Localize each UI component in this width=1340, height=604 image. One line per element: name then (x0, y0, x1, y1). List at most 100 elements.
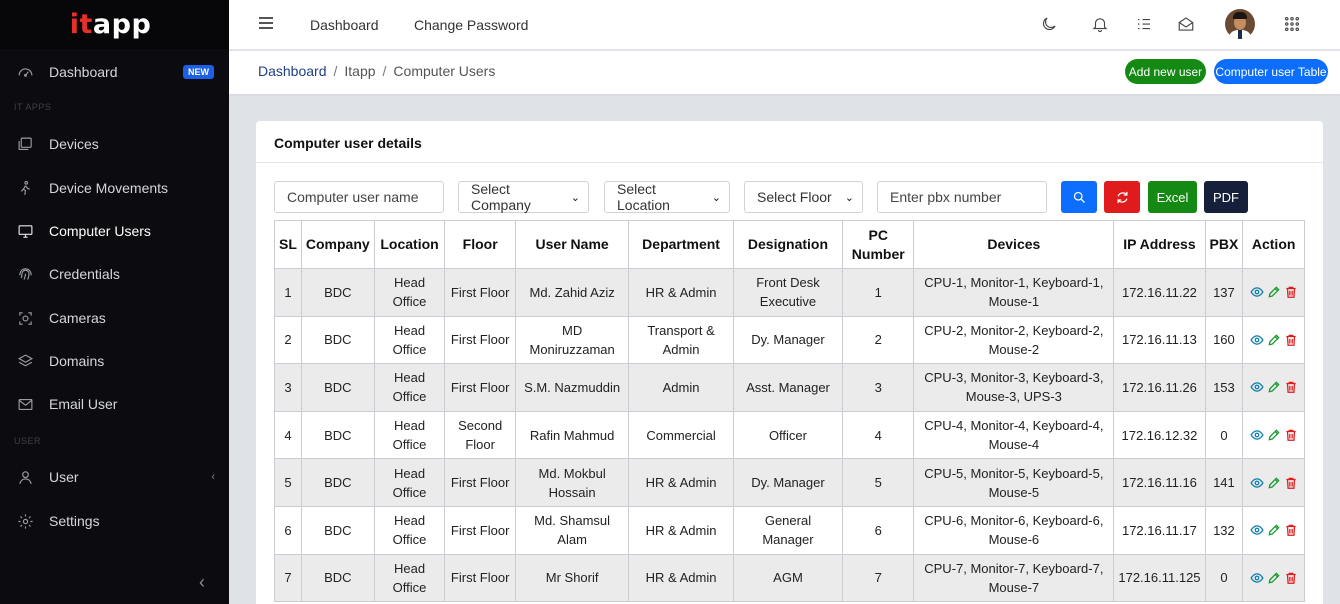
delete-icon[interactable] (1284, 523, 1298, 537)
cell-devices: CPU-2, Monitor-2, Keyboard-2, Mouse-2 (913, 315, 1115, 365)
edit-icon[interactable] (1267, 428, 1281, 442)
computer-user-card: Computer user details Select Company ⌄ Se… (256, 121, 1323, 604)
delete-icon[interactable] (1284, 380, 1298, 394)
top-link-dashboard[interactable]: Dashboard (310, 17, 379, 33)
cell-action (1242, 268, 1305, 317)
view-icon[interactable] (1250, 333, 1264, 347)
view-icon[interactable] (1250, 285, 1264, 299)
computer-users-table: SL Company Location Floor User Name Departmen… (274, 220, 1305, 603)
sidebar-item-cameras[interactable]: Cameras (0, 300, 229, 336)
reset-button[interactable] (1104, 181, 1140, 213)
cell-pbx: 160 (1204, 315, 1244, 365)
search-icon (1073, 191, 1085, 203)
cell-user-name: Md. Mokbul Hossain (514, 458, 630, 507)
view-icon[interactable] (1250, 476, 1264, 490)
cell-ip-address: 172.16.11.13 (1113, 315, 1206, 365)
cell-pbx: 132 (1204, 505, 1244, 555)
edit-icon[interactable] (1267, 380, 1281, 394)
cell-department: HR & Admin (628, 268, 734, 317)
company-select-value: Select Company (471, 181, 531, 213)
table-row: 2 BDC Head Office First Floor MD Moniruzzama… (274, 315, 1305, 365)
cell-location: Head Office (373, 363, 446, 412)
view-icon[interactable] (1250, 380, 1264, 394)
sidebar-item-device-movements[interactable]: Device Movements (0, 170, 229, 206)
sidebar-item-label: Computer Users (49, 223, 151, 239)
floor-select[interactable]: Select Floor ⌄ (744, 181, 863, 213)
avatar[interactable] (1225, 9, 1255, 39)
column-header-department: Department (628, 220, 734, 269)
cell-user-name: Md. Zahid Aziz (514, 268, 630, 317)
sidebar-item-settings[interactable]: Settings (0, 503, 229, 539)
sidebar-item-dashboard[interactable]: Dashboard NEW (0, 54, 229, 90)
collapse-sidebar-icon[interactable]: ‹ (199, 572, 205, 593)
cell-floor: First Floor (444, 458, 516, 507)
delete-icon[interactable] (1284, 333, 1298, 347)
company-select[interactable]: Select Company ⌄ (458, 181, 589, 213)
apps-grid-icon[interactable] (1283, 15, 1301, 33)
sidebar-item-user[interactable]: User ‹ (0, 459, 229, 495)
pdf-export-button[interactable]: PDF (1204, 181, 1248, 213)
add-new-user-button[interactable]: Add new user (1125, 59, 1206, 84)
checklist-icon[interactable] (1135, 15, 1153, 33)
delete-icon[interactable] (1284, 428, 1298, 442)
cell-pc-number: 6 (842, 505, 915, 555)
sidebar-item-label: Dashboard (49, 64, 118, 80)
cell-pc-number: 3 (842, 363, 915, 412)
monitor-icon (16, 222, 34, 240)
delete-icon[interactable] (1284, 476, 1298, 490)
gear-icon (16, 512, 34, 530)
view-icon[interactable] (1250, 523, 1264, 537)
edit-icon[interactable] (1267, 523, 1281, 537)
cell-pc-number: 7 (842, 553, 915, 603)
cell-pc-number: 1 (842, 268, 915, 317)
computer-user-table-button[interactable]: Computer user Table (1214, 59, 1328, 84)
edit-icon[interactable] (1267, 285, 1281, 299)
sidebar-item-label: Email User (49, 396, 118, 412)
sidebar: itapp Dashboard NEW IT APPS Devices Devi… (0, 0, 229, 604)
bell-icon[interactable] (1091, 15, 1109, 33)
sidebar-item-devices[interactable]: Devices (0, 126, 229, 162)
cell-department: Admin (628, 363, 734, 412)
cell-devices: CPU-7, Monitor-7, Keyboard-7, Mouse-7 (913, 553, 1115, 603)
sidebar-item-domains[interactable]: Domains (0, 343, 229, 379)
cell-action (1242, 363, 1305, 412)
delete-icon[interactable] (1284, 285, 1298, 299)
cell-ip-address: 172.16.11.22 (1113, 268, 1206, 317)
delete-icon[interactable] (1284, 571, 1298, 585)
pbx-number-input[interactable] (890, 189, 1046, 205)
cell-department: Transport & Admin (628, 315, 734, 365)
menu-icon[interactable] (259, 17, 273, 29)
edit-icon[interactable] (1267, 333, 1281, 347)
cell-devices: CPU-5, Monitor-5, Keyboard-5, Mouse-5 (913, 458, 1115, 507)
table-header-row: SL Company Location Floor User Name Departmen… (274, 220, 1305, 269)
sidebar-item-email-user[interactable]: Email User (0, 386, 229, 422)
edit-icon[interactable] (1267, 476, 1281, 490)
cell-ip-address: 172.16.11.17 (1113, 505, 1206, 555)
breadcrumb-separator: / (382, 63, 387, 79)
moon-icon[interactable] (1040, 15, 1058, 33)
cell-location: Head Office (373, 505, 446, 555)
pbx-number-field[interactable] (877, 181, 1047, 213)
edit-icon[interactable] (1267, 571, 1281, 585)
cell-user-name: MD Moniruzzaman (514, 315, 630, 365)
search-button[interactable] (1061, 181, 1097, 213)
view-icon[interactable] (1250, 571, 1264, 585)
cell-ip-address: 172.16.11.16 (1113, 458, 1206, 507)
top-link-change-password[interactable]: Change Password (414, 17, 528, 33)
excel-export-button[interactable]: Excel (1148, 181, 1197, 213)
computer-user-name-field[interactable] (274, 181, 444, 213)
sidebar-item-computer-users[interactable]: Computer Users (0, 213, 229, 249)
computer-user-name-input[interactable] (287, 189, 443, 205)
breadcrumb-item-itapp[interactable]: Itapp (344, 63, 375, 79)
sidebar-item-credentials[interactable]: Credentials (0, 256, 229, 292)
layers-icon (16, 352, 34, 370)
walking-person-icon (16, 179, 34, 197)
breadcrumb-item-dashboard[interactable]: Dashboard (258, 63, 327, 79)
brand-logo[interactable]: itapp (0, 0, 229, 49)
location-select[interactable]: Select Location ⌄ (604, 181, 730, 213)
view-icon[interactable] (1250, 428, 1264, 442)
cell-designation: Front Desk Executive (732, 268, 844, 317)
mail-open-icon[interactable] (1177, 15, 1195, 33)
sidebar-item-label: Settings (49, 513, 100, 529)
cell-devices: CPU-4, Monitor-4, Keyboard-4, Mouse-4 (913, 410, 1115, 460)
